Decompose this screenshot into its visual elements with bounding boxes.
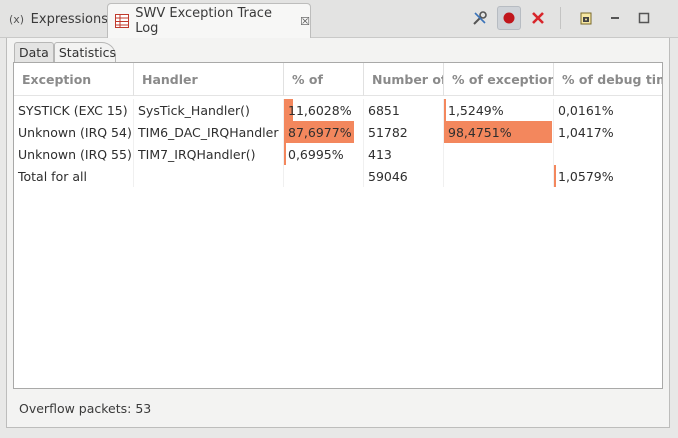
cell-percent-debug-time-text: 1,0417% [558,124,614,140]
configure-icon[interactable] [468,6,492,30]
cell-exception: Unknown (IRQ 55) [14,143,134,165]
percentage-bar [284,143,286,165]
cell-percent [284,165,364,187]
cell-percent-text: 87,6977% [288,124,352,140]
cell-exception: Total for all [14,165,134,187]
table-row[interactable]: Unknown (IRQ 54) TIM6_DAC_IRQHandler 87,69… [14,121,662,143]
close-icon[interactable]: ☒ [300,15,310,28]
expressions-icon: (x) [9,10,26,28]
cell-percent: 11,6028% [284,99,364,121]
cell-number-text: 413 [368,146,392,162]
overflow-packets-status: Overflow packets: 53 [19,401,152,416]
cell-exception: Unknown (IRQ 54) [14,121,134,143]
table-icon [113,12,130,30]
cell-handler: SysTick_Handler() [134,99,284,121]
table-row[interactable]: Total for all 59046 1,0579% [14,165,662,187]
cell-handler-text: TIM6_DAC_IRQHandler [138,124,279,140]
column-header-percent-exception-time[interactable]: % of exception t [444,63,554,96]
cell-percent-exception-time [444,165,554,187]
trace-log-panel: Data Statistics Exception Handler % of N… [6,38,670,428]
column-header-handler[interactable]: Handler [134,63,284,96]
column-header-number[interactable]: Number of [364,63,444,96]
view-toolbar [463,6,656,30]
column-header-exception[interactable]: Exception [14,63,134,96]
maximize-icon[interactable] [632,6,656,30]
table-header: Exception Handler % of Number of % of ex… [14,63,662,96]
cell-number-text: 59046 [368,168,408,184]
view-tab-bar: (x) Expressions SWV Exception Trace Log … [0,0,678,38]
cell-number: 51782 [364,121,444,143]
cell-exception-text: SYSTICK (EXC 15) [18,102,128,118]
cell-handler [134,165,284,187]
cell-number-text: 6851 [368,102,400,118]
cell-percent: 87,6977% [284,121,364,143]
tab-data[interactable]: Data [14,42,54,62]
cell-percent-debug-time [554,143,662,165]
cell-percent-text: 11,6028% [288,102,352,118]
column-header-percent[interactable]: % of [284,63,364,96]
cell-number: 6851 [364,99,444,121]
cell-percent-exception-time: 1,5249% [444,99,554,121]
cell-handler: TIM7_IRQHandler() [134,143,284,165]
cell-percent-debug-time-text: 1,0579% [558,168,614,184]
clear-icon[interactable] [526,6,550,30]
tab-statistics[interactable]: Statistics [53,42,116,62]
cell-percent: 0,6995% [284,143,364,165]
percentage-bar [444,99,446,121]
tab-expressions-label: Expressions [30,11,108,27]
cell-percent-exception-time-text: 98,4751% [448,124,512,140]
record-icon[interactable] [497,6,521,30]
cell-exception: SYSTICK (EXC 15) [14,99,134,121]
cell-number-text: 51782 [368,124,408,140]
tab-swv-label: SWV Exception Trace Log [135,6,272,36]
percentage-bar [554,165,556,187]
cell-percent-debug-time: 1,0579% [554,165,662,187]
cell-exception-text: Unknown (IRQ 54) [18,124,132,140]
minimize-icon[interactable] [603,6,627,30]
cell-number: 413 [364,143,444,165]
subtab-bar: Data Statistics [14,42,116,62]
cell-percent-exception-time-text: 1,5249% [448,102,504,118]
cell-percent-exception-time [444,143,554,165]
cell-percent-debug-time: 1,0417% [554,121,662,143]
export-icon[interactable] [574,6,598,30]
cell-handler: TIM6_DAC_IRQHandler [134,121,284,143]
cell-exception-text: Unknown (IRQ 55) [18,146,132,162]
table-row[interactable]: Unknown (IRQ 55) TIM7_IRQHandler() 0,6995%… [14,143,662,165]
cell-percent-debug-time: 0,0161% [554,99,662,121]
cell-exception-text: Total for all [18,168,87,184]
cell-handler-text: TIM7_IRQHandler() [138,146,256,162]
cell-percent-text: 0,6995% [288,146,344,162]
table-row[interactable]: SYSTICK (EXC 15) SysTick_Handler() 11,6028… [14,99,662,121]
cell-percent-debug-time-text: 0,0161% [558,102,614,118]
toolbar-separator [560,7,561,29]
tab-swv-exception-trace-log[interactable]: SWV Exception Trace Log ☒ [107,3,311,38]
column-header-percent-debug-time[interactable]: % of debug tim [554,63,662,96]
tab-expressions[interactable]: (x) Expressions [4,3,108,35]
statistics-table: Exception Handler % of Number of % of ex… [13,62,663,389]
cell-percent-exception-time: 98,4751% [444,121,554,143]
cell-number: 59046 [364,165,444,187]
svg-text:(x): (x) [9,13,24,26]
cell-handler-text: SysTick_Handler() [138,102,250,118]
